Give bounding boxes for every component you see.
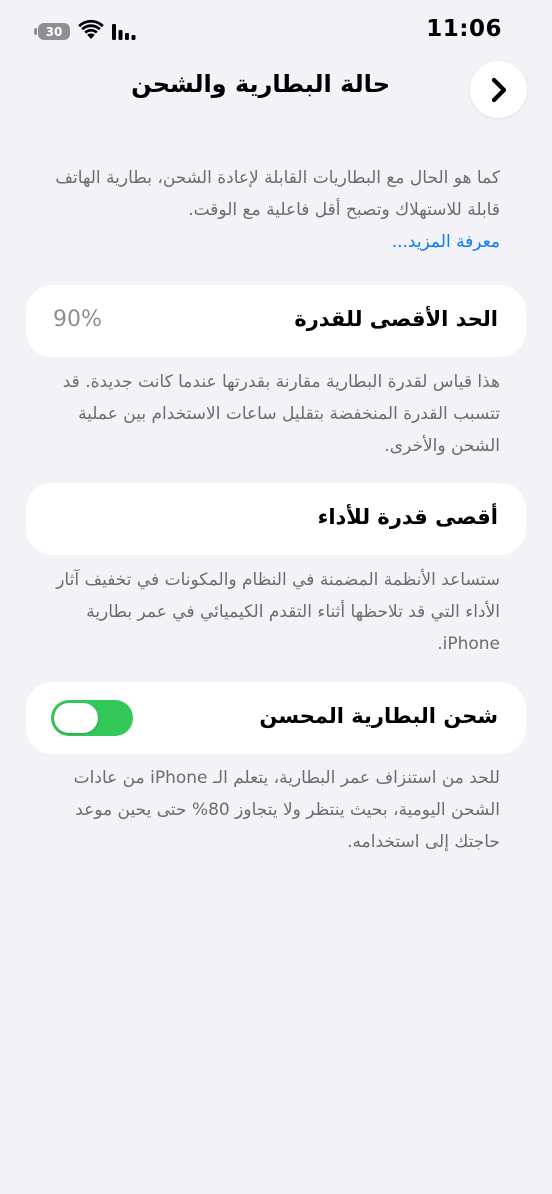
max-capacity-label: الحد الأقصى للقدرة [294,307,498,331]
peak-performance-card: أقصى قدرة للأداء [26,483,526,555]
optimized-charging-card: شحن البطارية المحسن [26,682,526,754]
peak-performance-footnote: ستساعد الأنظمة المضمنة في النظام والمكون… [56,570,500,654]
battery-level: 30 [45,24,63,39]
navigation-bar: حالة البطارية والشحن [0,60,552,118]
page-title: حالة البطارية والشحن [131,70,390,98]
wifi-icon [78,19,104,39]
chevron-right-icon [491,77,506,102]
max-capacity-card: الحد الأقصى للقدرة 90% [26,285,526,357]
max-capacity-value: 90% [53,307,102,332]
peak-performance-label: أقصى قدرة للأداء [317,505,498,529]
toggle-knob [54,703,98,733]
intro-text-block: كما هو الحال مع البطاريات القابلة لإعادة… [45,162,500,258]
status-time: 11:06 [426,16,502,42]
optimized-charging-toggle[interactable] [51,700,133,736]
intro-text: كما هو الحال مع البطاريات القابلة لإعادة… [55,168,500,220]
max-capacity-footnote: هذا قياس لقدرة البطارية مقارنة بقدرتها ع… [62,372,500,456]
battery-icon: 30 [34,23,70,40]
optimized-charging-label: شحن البطارية المحسن [259,704,498,728]
optimized-charging-footnote: للحد من استنزاف عمر البطارية، يتعلم الـ … [73,768,500,852]
learn-more-link[interactable]: معرفة المزيد... [45,226,500,258]
status-bar: 30 11:06 [0,0,552,62]
cellular-signal-icon [112,24,136,40]
back-button[interactable] [470,61,527,118]
